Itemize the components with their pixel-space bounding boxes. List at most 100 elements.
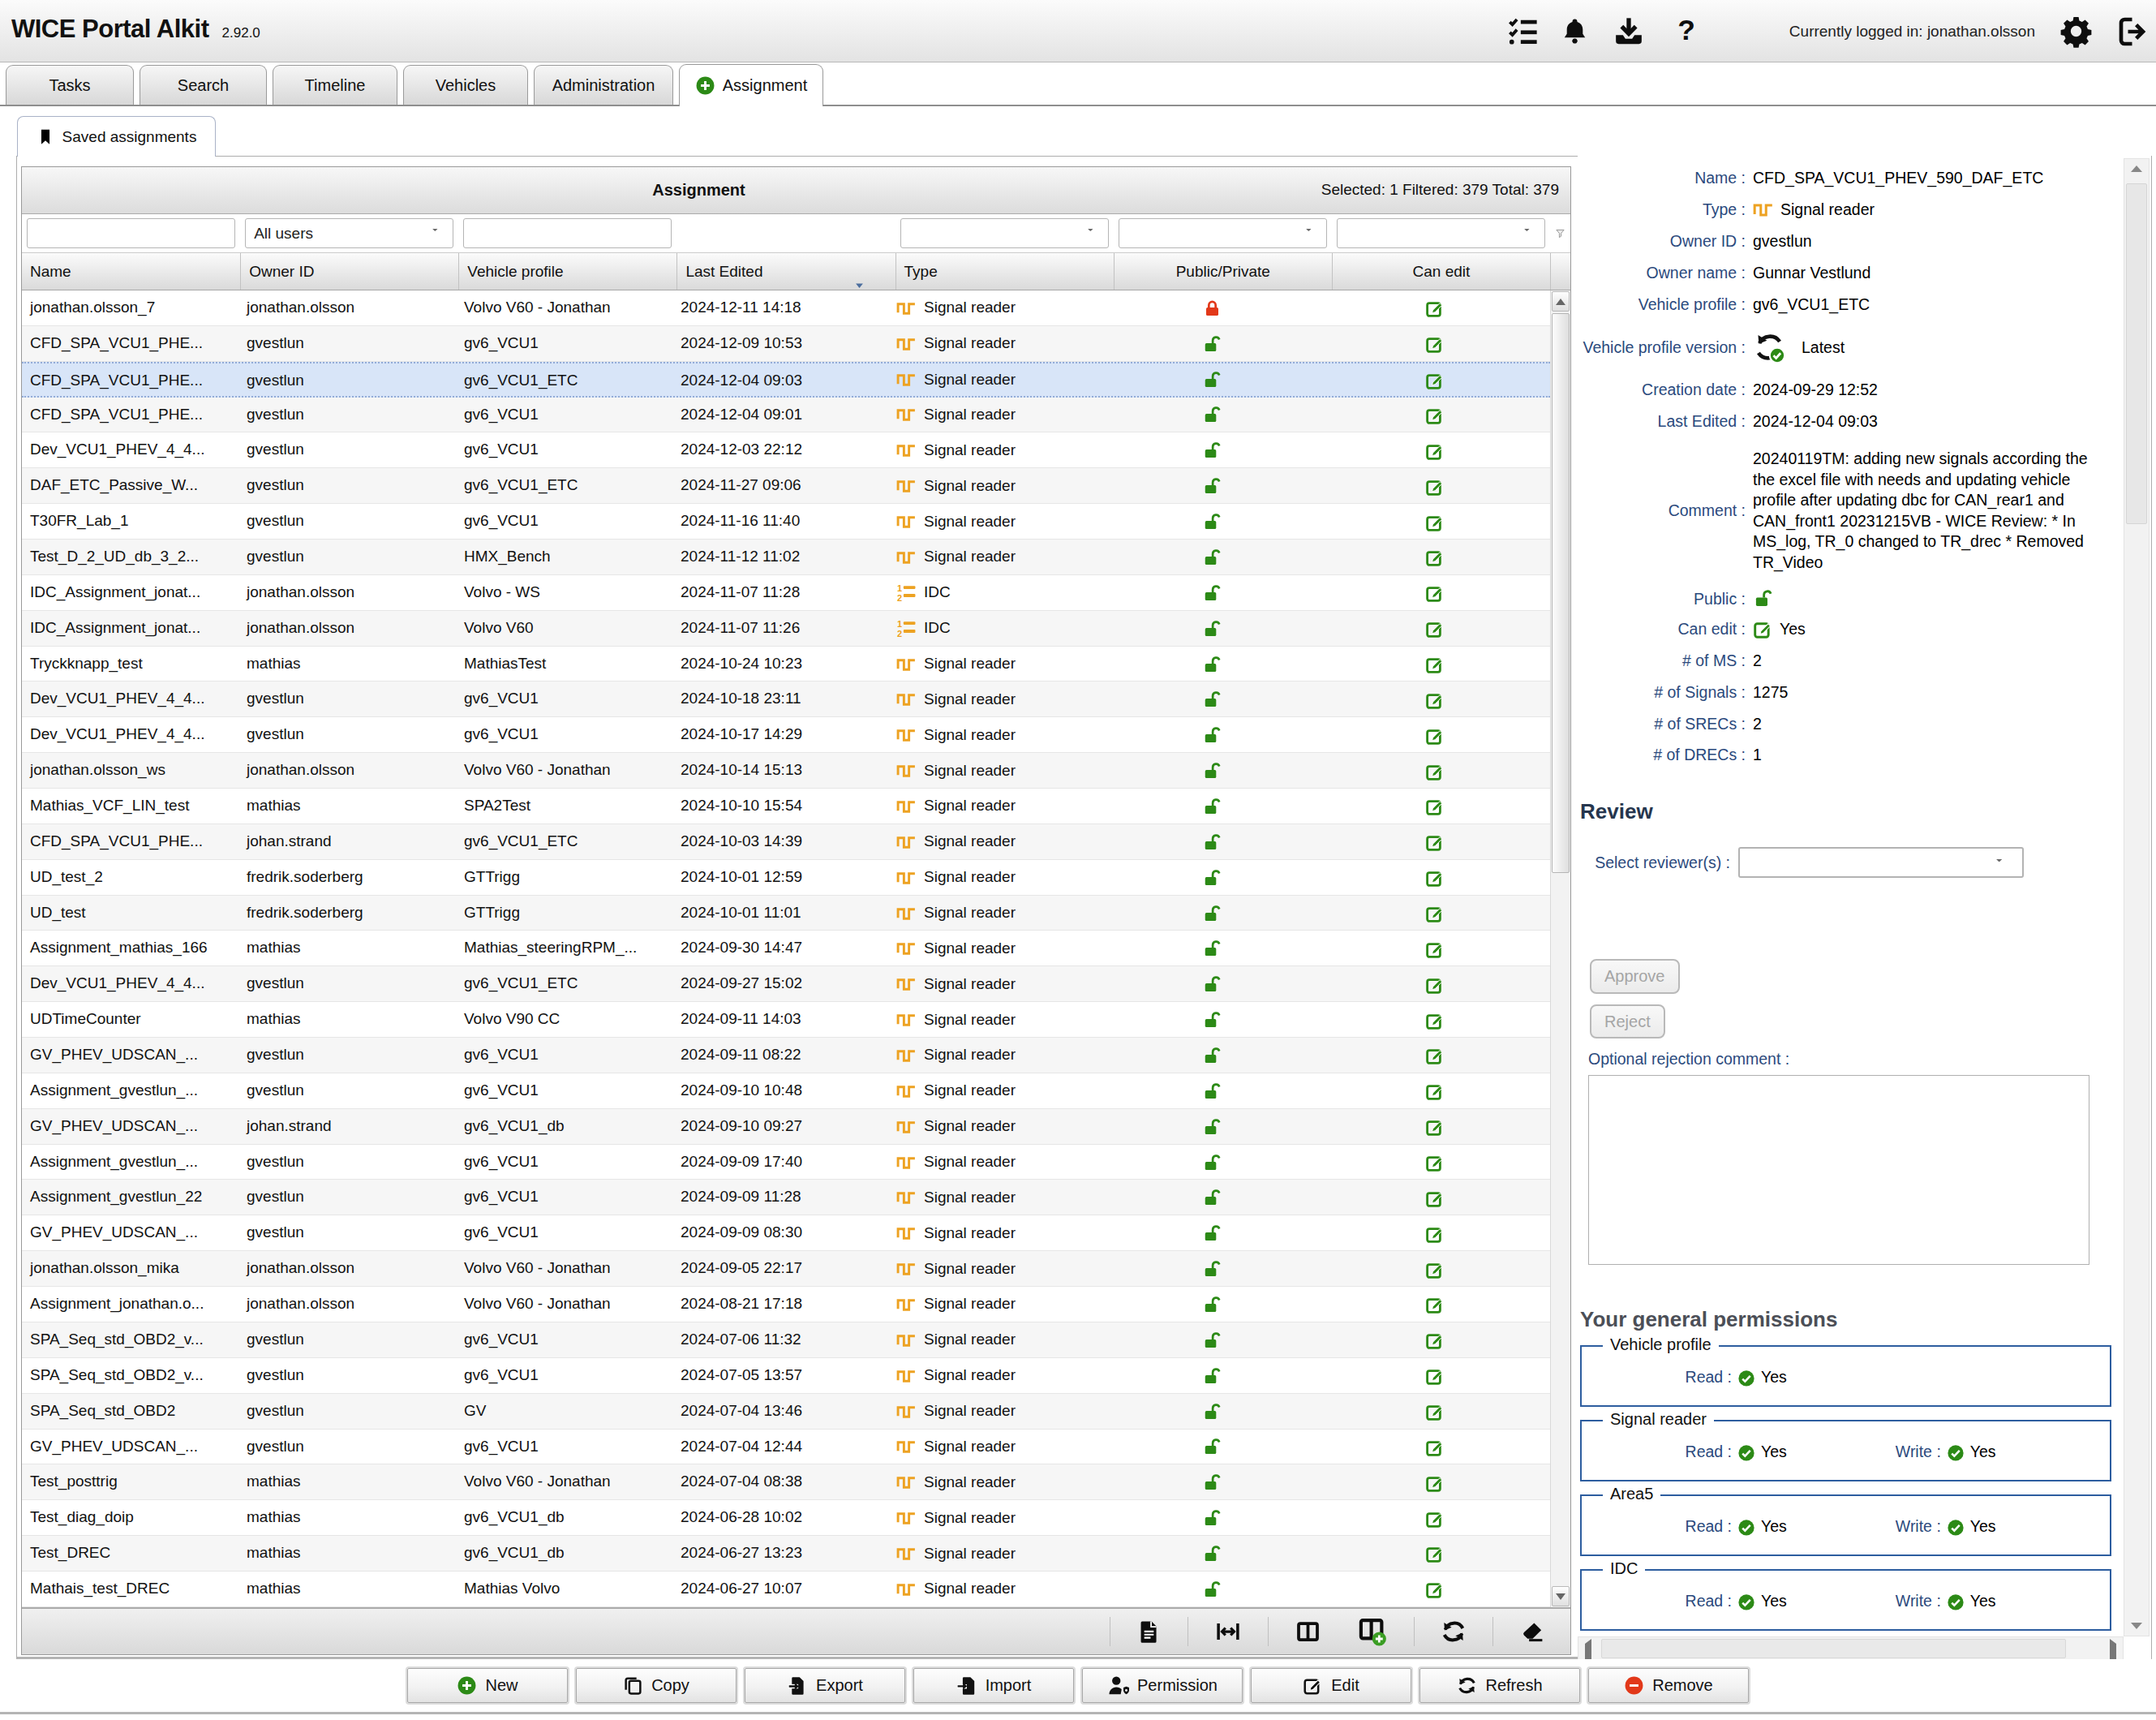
cell-owner[interactable]: johan.strand bbox=[238, 824, 456, 859]
cell-type[interactable]: IDC bbox=[888, 611, 1105, 646]
cell-name[interactable]: jonathan.olsson_mika bbox=[22, 1251, 238, 1286]
edit-icon[interactable] bbox=[1425, 1145, 1445, 1179]
cell-name[interactable]: CFD_SPA_VCU1_PHE... bbox=[22, 398, 238, 432]
edit-icon[interactable] bbox=[1425, 824, 1445, 858]
cell-vehicle[interactable]: GTTrigg bbox=[456, 896, 672, 931]
edit-icon[interactable] bbox=[1425, 469, 1445, 503]
cell-owner[interactable]: gvestlun bbox=[238, 432, 456, 467]
filter-public-select[interactable] bbox=[1119, 218, 1327, 248]
cell-last-edited[interactable]: 2024-12-04 09:03 bbox=[672, 363, 888, 396]
cell-name[interactable]: Assignment_gvestlun_... bbox=[22, 1073, 238, 1108]
cell-type[interactable]: Signal reader bbox=[888, 1287, 1105, 1322]
cell-last-edited[interactable]: 2024-07-06 11:32 bbox=[672, 1322, 888, 1357]
cell-name[interactable]: Test_diag_doip bbox=[22, 1500, 238, 1535]
cell-owner[interactable]: mathias bbox=[238, 1464, 456, 1499]
cell-name[interactable]: jonathan.olsson_ws bbox=[22, 753, 238, 788]
edit-icon[interactable] bbox=[1425, 1038, 1445, 1072]
cell-type[interactable]: Signal reader bbox=[888, 1038, 1105, 1073]
filter-canedit-select[interactable] bbox=[1337, 218, 1545, 248]
cell-type[interactable]: Signal reader bbox=[888, 326, 1105, 361]
cell-public[interactable] bbox=[1105, 682, 1320, 716]
cell-can-edit[interactable] bbox=[1320, 682, 1550, 716]
scroll-down-arrow[interactable] bbox=[2124, 1623, 2149, 1629]
cell-owner[interactable]: jonathan.olsson bbox=[238, 1287, 456, 1322]
col-header-vehicle[interactable]: Vehicle profile bbox=[458, 253, 676, 290]
cell-name[interactable]: Test_posttrig bbox=[22, 1464, 238, 1499]
cell-last-edited[interactable]: 2024-09-11 14:03 bbox=[672, 1002, 888, 1037]
cell-can-edit[interactable] bbox=[1320, 1536, 1550, 1571]
cell-name[interactable]: Dev_VCU1_PHEV_4_4... bbox=[22, 717, 238, 752]
copy-button[interactable]: Copy bbox=[576, 1668, 737, 1703]
cell-last-edited[interactable]: 2024-11-07 11:28 bbox=[672, 575, 888, 610]
cell-owner[interactable]: gvestlun bbox=[238, 398, 456, 432]
table-row[interactable]: Assignment_mathias_166 mathias Mathias_s… bbox=[22, 931, 1550, 966]
cell-type[interactable]: Signal reader bbox=[888, 1322, 1105, 1357]
cell-last-edited[interactable]: 2024-12-09 10:53 bbox=[672, 326, 888, 361]
cell-public[interactable] bbox=[1105, 611, 1320, 646]
edit-icon[interactable] bbox=[1425, 967, 1445, 1001]
cell-type[interactable]: Signal reader bbox=[888, 1073, 1105, 1108]
cell-vehicle[interactable]: gv6_VCU1 bbox=[456, 1180, 672, 1215]
edit-icon[interactable] bbox=[1425, 1430, 1445, 1464]
cell-owner[interactable]: gvestlun bbox=[238, 326, 456, 361]
cell-public[interactable] bbox=[1105, 789, 1320, 823]
cell-type[interactable]: Signal reader bbox=[888, 1358, 1105, 1393]
table-row[interactable]: Dev_VCU1_PHEV_4_4... gvestlun gv6_VCU1_E… bbox=[22, 966, 1550, 1002]
edit-icon[interactable] bbox=[1425, 1537, 1445, 1571]
cell-owner[interactable]: gvestlun bbox=[238, 1394, 456, 1429]
cell-owner[interactable]: jonathan.olsson bbox=[238, 611, 456, 646]
bell-icon[interactable] bbox=[1560, 16, 1590, 46]
cell-name[interactable]: IDC_Assignment_jonat... bbox=[22, 575, 238, 610]
cell-type[interactable]: Signal reader bbox=[888, 966, 1105, 1001]
table-row[interactable]: CFD_SPA_VCU1_PHE... gvestlun gv6_VCU1_ET… bbox=[22, 362, 1550, 398]
cell-public[interactable] bbox=[1105, 1394, 1320, 1429]
filter-owner-select[interactable]: All users bbox=[245, 218, 453, 248]
edit-icon[interactable] bbox=[1425, 433, 1445, 467]
edit-icon[interactable] bbox=[1425, 1180, 1445, 1215]
cell-name[interactable]: CFD_SPA_VCU1_PHE... bbox=[22, 824, 238, 859]
table-row[interactable]: DAF_ETC_Passive_W... gvestlun gv6_VCU1_E… bbox=[22, 468, 1550, 504]
resize-columns-icon[interactable] bbox=[1214, 1619, 1242, 1644]
cell-type[interactable]: Signal reader bbox=[888, 931, 1105, 965]
cell-public[interactable] bbox=[1105, 1464, 1320, 1499]
cell-vehicle[interactable]: gv6_VCU1 bbox=[456, 432, 672, 467]
cell-last-edited[interactable]: 2024-07-05 13:57 bbox=[672, 1358, 888, 1393]
edit-icon[interactable] bbox=[1425, 647, 1445, 681]
table-row[interactable]: Assignment_jonathan.o... jonathan.olsson… bbox=[22, 1287, 1550, 1322]
cell-type[interactable]: Signal reader bbox=[888, 1464, 1105, 1499]
cell-vehicle[interactable]: GTTrigg bbox=[456, 860, 672, 895]
cell-vehicle[interactable]: gv6_VCU1 bbox=[456, 682, 672, 716]
cell-public[interactable] bbox=[1105, 290, 1320, 325]
cell-type[interactable]: Signal reader bbox=[888, 647, 1105, 682]
cell-vehicle[interactable]: gv6_VCU1 bbox=[456, 1038, 672, 1073]
cell-can-edit[interactable] bbox=[1320, 931, 1550, 965]
edit-icon[interactable] bbox=[1425, 1322, 1445, 1357]
cell-public[interactable] bbox=[1105, 1215, 1320, 1250]
table-row[interactable]: CFD_SPA_VCU1_PHE... gvestlun gv6_VCU1 20… bbox=[22, 326, 1550, 362]
cell-public[interactable] bbox=[1105, 432, 1320, 467]
cell-owner[interactable]: mathias bbox=[238, 1002, 456, 1037]
cell-can-edit[interactable] bbox=[1320, 575, 1550, 610]
cell-last-edited[interactable]: 2024-10-03 14:39 bbox=[672, 824, 888, 859]
cell-type[interactable]: Signal reader bbox=[888, 1251, 1105, 1286]
cell-name[interactable]: GV_PHEV_UDSCAN_... bbox=[22, 1215, 238, 1250]
cell-last-edited[interactable]: 2024-09-30 14:47 bbox=[672, 931, 888, 965]
cell-type[interactable]: Signal reader bbox=[888, 824, 1105, 859]
cell-owner[interactable]: mathias bbox=[238, 789, 456, 823]
cell-type[interactable]: Signal reader bbox=[888, 504, 1105, 539]
tab-tasks[interactable]: Tasks bbox=[6, 65, 134, 105]
cell-last-edited[interactable]: 2024-12-03 22:12 bbox=[672, 432, 888, 467]
cell-name[interactable]: Test_D_2_UD_db_3_2... bbox=[22, 540, 238, 574]
col-header-canedit[interactable]: Can edit bbox=[1332, 253, 1550, 290]
cell-name[interactable]: Assignment_gvestlun_... bbox=[22, 1145, 238, 1180]
cell-vehicle[interactable]: gv6_VCU1_ETC bbox=[456, 363, 672, 396]
cell-can-edit[interactable] bbox=[1320, 647, 1550, 682]
cell-name[interactable]: GV_PHEV_UDSCAN_... bbox=[22, 1430, 238, 1464]
edit-icon[interactable] bbox=[1425, 363, 1445, 396]
cell-type[interactable]: Signal reader bbox=[888, 860, 1105, 895]
cell-name[interactable]: GV_PHEV_UDSCAN_... bbox=[22, 1038, 238, 1073]
cell-can-edit[interactable] bbox=[1320, 1358, 1550, 1393]
refresh-button[interactable]: Refresh bbox=[1419, 1668, 1580, 1703]
edit-icon[interactable] bbox=[1425, 682, 1445, 716]
new-button[interactable]: New bbox=[407, 1668, 568, 1703]
